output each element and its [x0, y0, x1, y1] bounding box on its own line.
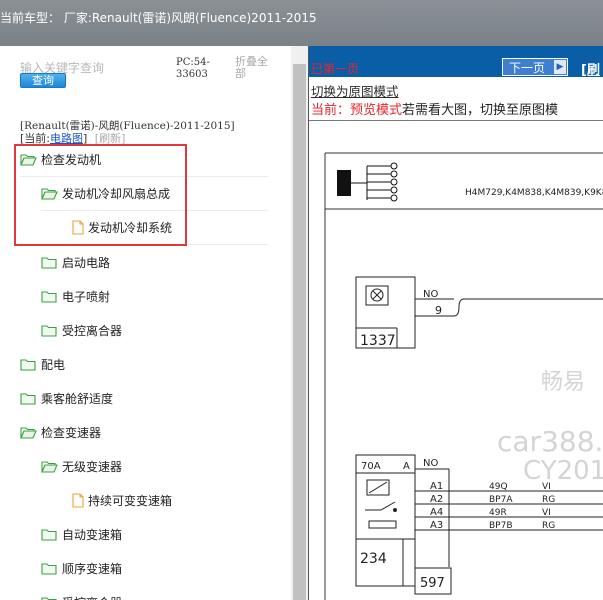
tree-item-label: 自动变速箱: [62, 527, 123, 542]
pin-label: A1: [430, 481, 443, 492]
pin-no-label: NO: [423, 458, 438, 469]
wire-id-label: BP7B: [489, 521, 513, 531]
folder-icon: [41, 562, 58, 575]
folder-icon: [41, 290, 58, 303]
tree-item[interactable]: 电子喷射: [41, 279, 268, 313]
folder-open-icon: [41, 187, 58, 200]
pin-label: A4: [430, 507, 443, 518]
tree-item-label: 检查发动机: [41, 153, 102, 167]
watermark-site: car388.c: [497, 425, 603, 458]
tree-item[interactable]: 无级变速器: [41, 449, 268, 483]
tree-item-label: 电子喷射: [62, 289, 111, 304]
collapse-all-button[interactable]: 折叠全部: [235, 56, 275, 80]
tree-item[interactable]: 受控离合器: [41, 313, 268, 347]
fuse-label: 70A: [361, 461, 381, 472]
tree-item[interactable]: 顺序变速箱: [41, 551, 268, 585]
pc-code-label: PC:54-33603: [176, 57, 210, 80]
folder-icon: [20, 358, 37, 371]
tree-item[interactable]: 发动机冷却系统: [72, 211, 268, 245]
wire-id-label: 49R: [489, 508, 507, 518]
tree-item[interactable]: 发动机冷却风扇总成: [41, 177, 268, 211]
tree-item[interactable]: 自动变速箱: [41, 517, 268, 551]
tree-item[interactable]: 检查发动机: [20, 143, 268, 177]
fuse-tag: A: [403, 461, 410, 472]
connector-id: 597: [420, 576, 445, 591]
tree-item-label: 发动机冷却风扇总成: [62, 187, 171, 201]
folder-icon: [20, 392, 37, 405]
folder-open-icon: [20, 153, 37, 166]
wire-id-label: 49Q: [489, 482, 508, 492]
tree-item[interactable]: 受控离合器: [41, 585, 268, 600]
document-icon: [72, 492, 84, 508]
tree-item-label: 乘客舱舒适度: [41, 391, 114, 406]
component-1337-id: 1337: [360, 333, 396, 349]
folder-open-icon: [20, 426, 37, 439]
folder-icon: [41, 596, 58, 600]
diagram-viewer: 已第一页 下一页 ▶ [刷 切换为原图模式 当前：预览模式若需看大图，切换至原图…: [308, 46, 603, 600]
pin-label: A2: [430, 494, 443, 505]
tree-item[interactable]: 乘客舱舒适度: [20, 381, 268, 415]
tree-item[interactable]: 检查变速器: [20, 415, 268, 449]
component-1337-pin-name: NO: [423, 289, 438, 300]
wire-color-label: VI: [542, 508, 551, 518]
tree-item-label: 受控离合器: [62, 594, 122, 600]
tree-item-label: 发动机冷却系统: [88, 221, 173, 235]
tree-item-label: 受控离合器: [62, 323, 123, 338]
wire-color-label: RG: [542, 495, 555, 505]
wiring-diagram[interactable]: H4M729,K4M838,K4M839,K9K830,K 1337 NO 9 …: [309, 121, 603, 600]
scrollbar-thumb[interactable]: [293, 64, 306, 600]
pin-label: A3: [430, 520, 443, 531]
switch-original-mode-link[interactable]: 切换为原图模式: [311, 81, 399, 100]
folder-icon: [41, 324, 58, 337]
folder-open-icon: [41, 460, 58, 473]
tree-item-label: 持续可变变速箱: [88, 493, 173, 508]
tree-item[interactable]: 配电: [20, 347, 268, 381]
next-page-label: 下一页: [509, 60, 546, 75]
tree-item-label: 配电: [41, 357, 66, 372]
wire-color-label: RG: [542, 521, 555, 531]
search-button[interactable]: 查询: [20, 73, 66, 88]
tree-item-label: 启动电路: [62, 255, 111, 270]
sidebar-scrollbar[interactable]: [291, 46, 308, 600]
folder-icon: [41, 528, 58, 541]
tree-item[interactable]: 启动电路: [41, 245, 268, 279]
component-234-id: 234: [360, 551, 387, 567]
component-1337: 1337 NO 9: [355, 276, 603, 349]
current-car-label: 当前车型： 厂家:Renault(雷诺)风朗(Fluence)2011-2015: [0, 11, 317, 25]
first-page-notice: 已第一页: [311, 62, 360, 76]
tree-item-label: 顺序变速箱: [62, 561, 123, 576]
preview-mode-label: 当前：预览模式: [311, 103, 403, 118]
scroll-up-arrow[interactable]: [291, 46, 308, 62]
component-1337-pin: 9: [435, 304, 442, 317]
document-icon: [72, 220, 84, 235]
folder-icon: [41, 256, 58, 269]
engine-codes-label: H4M729,K4M838,K4M839,K9K830,K: [465, 188, 603, 198]
tree-item-label: 检查变速器: [41, 425, 102, 440]
title-bar: 当前车型： 厂家:Renault(雷诺)风朗(Fluence)2011-2015: [0, 0, 603, 46]
next-page-button[interactable]: 下一页 ▶: [502, 58, 568, 76]
tree-item[interactable]: 持续可变变速箱: [72, 483, 268, 517]
refresh-diagram-link[interactable]: [刷: [581, 59, 600, 78]
sidebar: 查询 PC:54-33603 折叠全部 [Renault(雷诺)-风朗(Flue…: [0, 46, 291, 600]
chevron-right-icon: ▶: [554, 60, 566, 74]
preview-hint: 若需看大图，切换至原图模: [402, 103, 559, 118]
watermark-brand: 畅易: [541, 370, 585, 395]
preview-mode-notice: 当前：预览模式若需看大图，切换至原图模: [311, 99, 558, 118]
connector-plug-icon: [337, 162, 398, 202]
tree-item-label: 无级变速器: [62, 459, 123, 474]
wire-id-label: BP7A: [489, 495, 513, 505]
watermark-code: CY201: [523, 456, 603, 486]
wire-harness: A1 49Q VIA2 BP7A RGA4 49R VIA3 BP7B RG: [415, 481, 603, 531]
